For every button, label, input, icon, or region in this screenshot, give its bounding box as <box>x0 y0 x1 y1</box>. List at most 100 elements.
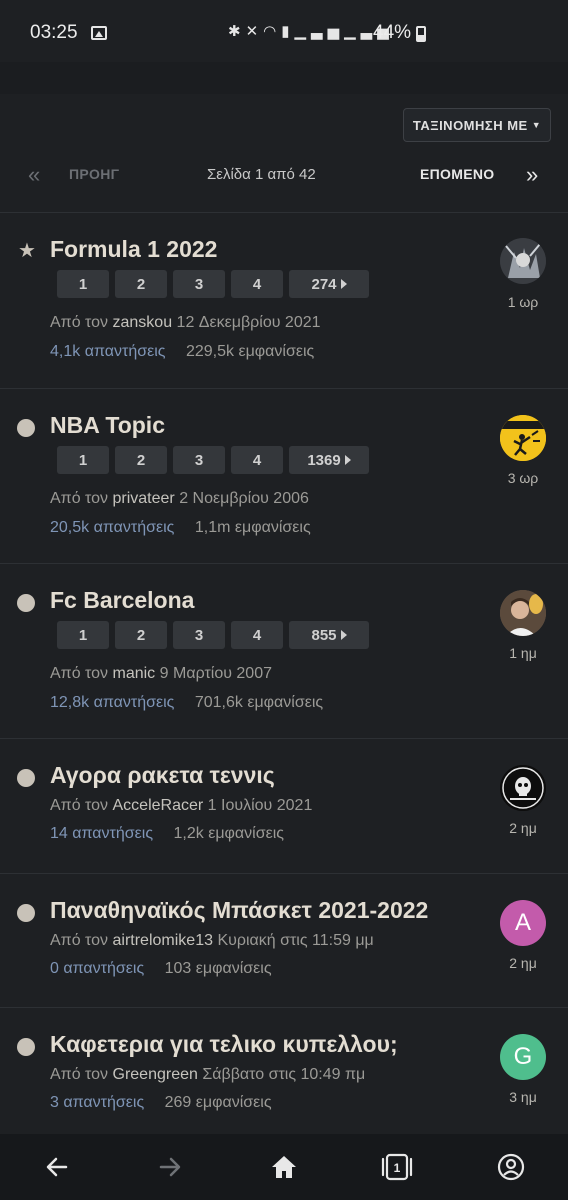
topic-author[interactable]: Greengreen <box>113 1066 198 1083</box>
last-page-number: 274 <box>311 275 337 293</box>
avatar[interactable] <box>500 590 546 636</box>
page-info: Σελίδα 1 από 42 <box>207 166 316 183</box>
page-link[interactable]: 2 <box>115 270 167 298</box>
image-notification-icon <box>91 26 107 40</box>
last-page-link[interactable]: 1369 <box>289 446 369 474</box>
last-page-link[interactable]: 274 <box>289 270 369 298</box>
topic-meta: Από τον airtrelomike13 Κυριακή στις 11:5… <box>50 932 374 950</box>
topic-stats: 4,1k απαντήσεις 229,5k εμφανίσεις <box>50 343 314 361</box>
topic-title[interactable]: Formula 1 2022 <box>50 236 217 263</box>
player-photo-icon <box>500 590 546 636</box>
topic-title[interactable]: Fc Barcelona <box>50 587 194 614</box>
avatar[interactable] <box>500 238 546 284</box>
topic-author[interactable]: manic <box>113 665 156 682</box>
last-page-number: 855 <box>311 626 337 644</box>
avatar[interactable] <box>500 415 546 461</box>
topic-date: 9 Μαρτίου 2007 <box>159 665 272 682</box>
topic-status-dot <box>17 594 35 612</box>
topic-last-activity: 1 ωρ <box>507 294 539 310</box>
topic-last-activity: 3 ωρ <box>507 470 539 486</box>
tab-count: 1 <box>394 1161 401 1175</box>
starred-icon: ★ <box>18 240 36 262</box>
topic-row[interactable]: NBA Topic 1 2 3 4 1369 Από τον privateer… <box>0 388 568 563</box>
avatar[interactable] <box>500 765 546 811</box>
topic-author[interactable]: airtrelomike13 <box>113 932 213 949</box>
last-page-number: 1369 <box>307 451 341 469</box>
topic-title[interactable]: Παναθηναϊκός Μπάσκετ 2021-2022 <box>50 897 428 924</box>
topic-row[interactable]: ★ Formula 1 2022 1 2 3 4 274 Από τον zan… <box>0 212 568 388</box>
by-label: Από τον <box>50 490 109 507</box>
page-link[interactable]: 4 <box>231 270 283 298</box>
topic-list: ★ Formula 1 2022 1 2 3 4 274 Από τον zan… <box>0 212 568 1137</box>
topic-views: 1,2k εμφανίσεις <box>173 825 285 842</box>
mute-icon: ✕ <box>245 23 264 40</box>
topic-last-activity: 2 ημ <box>509 820 537 836</box>
topic-date: Κυριακή στις 11:59 μμ <box>217 932 374 949</box>
bluetooth-icon: ✱ <box>228 23 246 40</box>
by-label: Από τον <box>50 1066 109 1083</box>
topic-author[interactable]: AcceleRacer <box>113 797 204 814</box>
arrow-right-icon <box>340 279 347 289</box>
last-page-link[interactable]: 855 <box>289 621 369 649</box>
topic-last-activity: 1 ημ <box>509 645 537 661</box>
page-link[interactable]: 1 <box>57 270 109 298</box>
topic-date: 12 Δεκεμβρίου 2021 <box>176 314 321 331</box>
topic-replies: 4,1k απαντήσεις <box>50 343 166 360</box>
topic-pages: 1 2 3 4 1369 <box>57 446 369 474</box>
topic-row[interactable]: Καφετερια για τελικο κυπελλου; Από τον G… <box>0 1007 568 1137</box>
topic-date: Σάββατο στις 10:49 πμ <box>202 1066 366 1083</box>
back-arrow-icon[interactable] <box>40 1150 74 1184</box>
topic-row[interactable]: Παναθηναϊκός Μπάσκετ 2021-2022 Από τον a… <box>0 873 568 1007</box>
avatar-image-icon <box>500 238 546 284</box>
avatar[interactable]: A <box>500 900 546 946</box>
topic-meta: Από τον Greengreen Σάββατο στις 10:49 πμ <box>50 1066 365 1084</box>
sort-by-button[interactable]: ΤΑΞΙΝΟΜΗΣΗ ΜΕ ▼ <box>403 108 551 142</box>
account-icon[interactable] <box>494 1150 528 1184</box>
topic-author[interactable]: zanskou <box>113 314 173 331</box>
forward-arrow-icon[interactable] <box>153 1150 187 1184</box>
topic-title[interactable]: Καφετερια για τελικο κυπελλου; <box>50 1031 398 1058</box>
previous-page-button[interactable]: ΠΡΟΗΓ <box>69 166 119 182</box>
next-page-button[interactable]: ΕΠΟΜΕΝΟ <box>420 166 494 182</box>
page-link[interactable]: 3 <box>173 621 225 649</box>
home-icon[interactable] <box>267 1150 301 1184</box>
topic-date: 2 Νοεμβρίου 2006 <box>179 490 309 507</box>
topic-stats: 14 απαντήσεις 1,2k εμφανίσεις <box>50 825 284 843</box>
topic-replies: 12,8k απαντήσεις <box>50 694 175 711</box>
topic-row[interactable]: Αγορα ρακετα τεννις Από τον AcceleRacer … <box>0 738 568 873</box>
volte-icon: ▮ <box>281 23 295 40</box>
topic-views: 229,5k εμφανίσεις <box>185 343 315 360</box>
status-icons: ✱✕◠▮▁▃▅▁▃▅ <box>228 22 394 40</box>
page-link[interactable]: 4 <box>231 446 283 474</box>
page-link[interactable]: 1 <box>57 446 109 474</box>
topic-views: 701,6k εμφανίσεις <box>194 694 324 711</box>
status-bar: 03:25 ✱✕◠▮▁▃▅▁▃▅ 44% <box>0 0 568 62</box>
topic-title[interactable]: Αγορα ρακετα τεννις <box>50 762 275 789</box>
topic-stats: 3 απαντήσεις 269 εμφανίσεις <box>50 1094 272 1112</box>
topic-replies: 3 απαντήσεις <box>50 1094 145 1111</box>
page-link[interactable]: 3 <box>173 446 225 474</box>
topic-meta: Από τον privateer 2 Νοεμβρίου 2006 <box>50 490 309 508</box>
topic-meta: Από τον manic 9 Μαρτίου 2007 <box>50 665 272 683</box>
topic-last-activity: 2 ημ <box>509 955 537 971</box>
status-time: 03:25 <box>30 22 78 43</box>
topic-row[interactable]: Fc Barcelona 1 2 3 4 855 Από τον manic 9… <box>0 563 568 738</box>
last-page-icon[interactable]: » <box>526 162 538 188</box>
page-link[interactable]: 3 <box>173 270 225 298</box>
topic-pages: 1 2 3 4 855 <box>57 621 369 649</box>
topic-replies: 14 απαντήσεις <box>50 825 154 842</box>
topic-author[interactable]: privateer <box>113 490 175 507</box>
browser-nav-bar: 1 <box>0 1134 568 1200</box>
topic-title[interactable]: NBA Topic <box>50 412 165 439</box>
first-page-icon[interactable]: « <box>28 162 40 188</box>
battery-icon <box>416 26 426 42</box>
arrow-right-icon <box>340 630 347 640</box>
tabs-icon[interactable]: 1 <box>380 1150 414 1184</box>
topic-stats: 0 απαντήσεις 103 εμφανίσεις <box>50 960 272 978</box>
avatar[interactable]: G <box>500 1034 546 1080</box>
page-link[interactable]: 4 <box>231 621 283 649</box>
page-link[interactable]: 2 <box>115 621 167 649</box>
page-link[interactable]: 1 <box>57 621 109 649</box>
topic-replies: 0 απαντήσεις <box>50 960 145 977</box>
page-link[interactable]: 2 <box>115 446 167 474</box>
